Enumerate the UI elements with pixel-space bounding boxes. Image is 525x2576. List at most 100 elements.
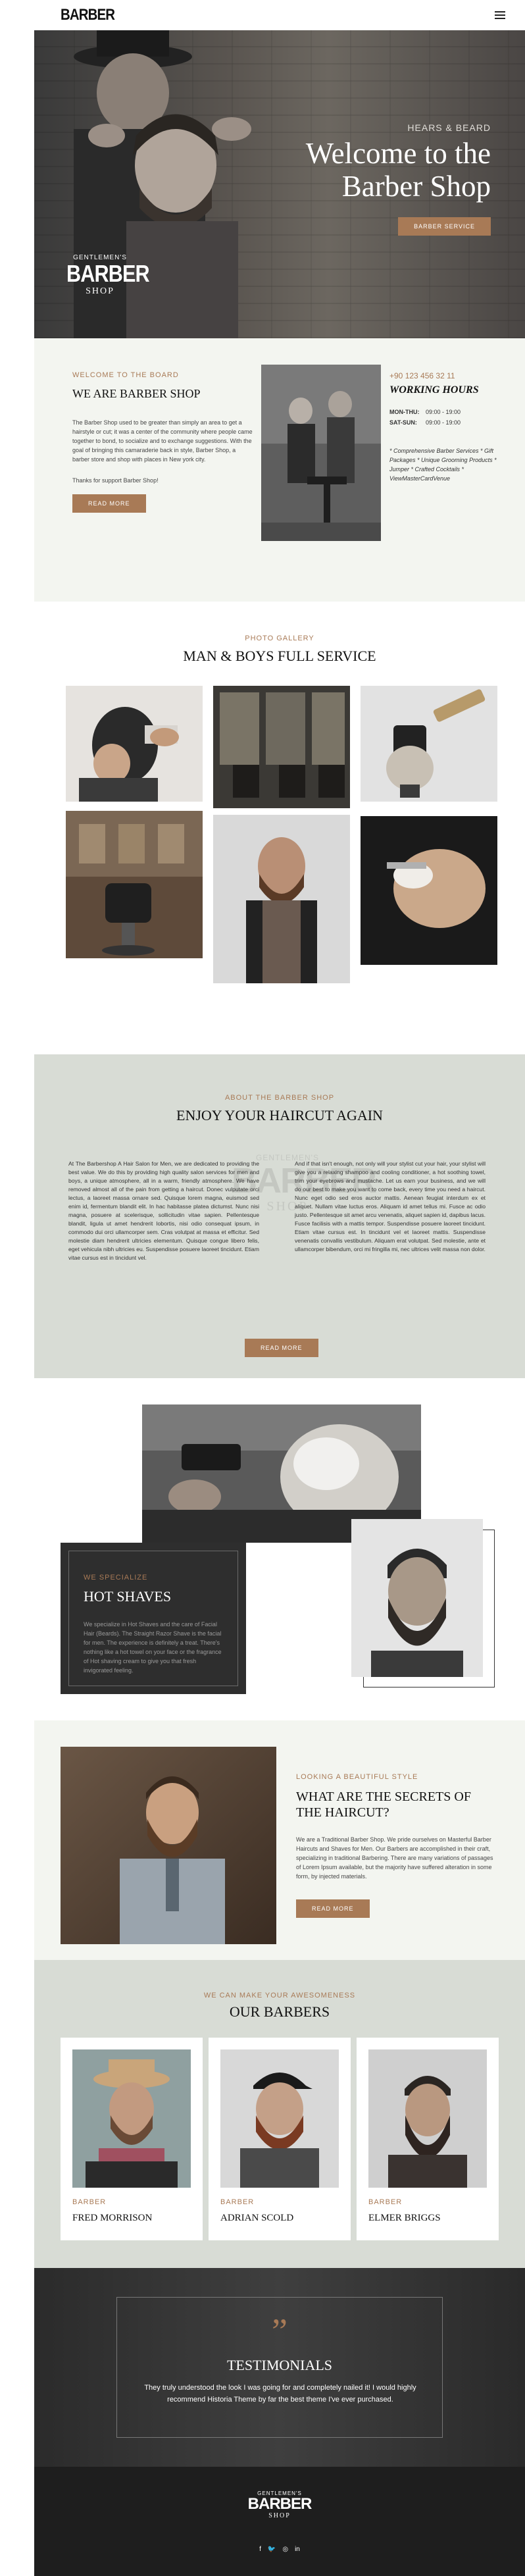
barber-role: BARBER: [72, 2198, 107, 2206]
facebook-icon[interactable]: f: [259, 2546, 261, 2553]
about-eyebrow: WELCOME TO THE BOARD: [72, 371, 179, 379]
hero-badge-logo: GENTLEMEN'S BARBER SHOP: [61, 254, 150, 297]
about-read-more-button[interactable]: READ MORE: [72, 494, 146, 513]
gallery-image-razor-shave[interactable]: [361, 816, 497, 965]
quote-icon: ”: [272, 2311, 288, 2351]
barber-photo: [72, 2049, 191, 2188]
gallery-image-bearded-barber[interactable]: [213, 815, 350, 983]
phone-number[interactable]: +90 123 456 32 11: [389, 371, 514, 380]
our-barbers-section: WE CAN MAKE YOUR AWESOMENESS OUR BARBERS…: [34, 1960, 525, 2268]
testimonials-title: TESTIMONIALS: [226, 2357, 333, 2373]
hours-time: 09:00 - 19:00: [426, 409, 461, 415]
hours-days: SAT-SUN:: [389, 419, 417, 426]
about-photo-illustration: [261, 365, 381, 541]
secrets-title: WHAT ARE THE SECRETS OF THE HAIRCUT?: [296, 1790, 471, 1820]
hours-row: SAT-SUN: 09:00 - 19:00: [389, 417, 514, 428]
barber-photo-illustration: [72, 2049, 191, 2188]
shaves-text: We specialize in Hot Shaves and the care…: [84, 1621, 222, 1674]
footer: GENTLEMEN'S BARBER SHOP f 🐦 ◎ in: [34, 2467, 525, 2576]
gallery-image-haircut[interactable]: [66, 686, 203, 802]
hero-text-block: HEARS & BEARD Welcome to the Barber Shop…: [306, 122, 491, 236]
barber-card[interactable]: BARBER ELMER BRIGGS: [357, 2038, 499, 2240]
barbers-title: OUR BARBERS: [229, 2003, 330, 2020]
gallery-image-barber-chairs[interactable]: [66, 811, 203, 958]
working-hours-block: +90 123 456 32 11 WORKING HOURS MON-THU:…: [389, 371, 514, 483]
testimonials-section: ” TESTIMONIALS They truly understood the…: [34, 2268, 525, 2467]
hot-shaves-box: WE SPECIALIZE HOT SHAVES We specialize i…: [61, 1543, 246, 1694]
gallery-barber-illustration: [213, 815, 350, 983]
hero-section: GENTLEMEN'S BARBER SHOP HEARS & BEARD We…: [34, 30, 525, 338]
secrets-eyebrow: LOOKING A BEAUTIFUL STYLE: [296, 1773, 418, 1781]
barber-role: BARBER: [220, 2198, 255, 2206]
gallery-title: MAN & BOYS FULL SERVICE: [183, 648, 376, 664]
barbers-eyebrow: WE CAN MAKE YOUR AWESOMENESS: [203, 1992, 356, 1999]
testimonial-quote: They truly understood the look I was goi…: [144, 2384, 416, 2404]
bearded-man-portrait: [351, 1519, 483, 1677]
barber-name: FRED MORRISON: [72, 2213, 153, 2223]
secrets-photo: [61, 1747, 276, 1944]
about2-eyebrow: ABOUT THE BARBER SHOP: [224, 1094, 335, 1102]
secrets-text: We are a Traditional Barber Shop. We pri…: [296, 1836, 493, 1880]
hero-title-line-1: Welcome to the: [305, 137, 491, 170]
hours-row: MON-THU: 09:00 - 19:00: [389, 407, 514, 417]
about2-read-more-button[interactable]: READ MORE: [245, 1339, 318, 1357]
hot-shaves-section: WE SPECIALIZE HOT SHAVES We specialize i…: [34, 1378, 525, 1720]
gallery-haircut-illustration: [66, 686, 203, 802]
barber-photo-illustration: [220, 2049, 339, 2188]
gallery-image-shop-interior[interactable]: [213, 686, 350, 808]
about-text: The Barber Shop used to be greater than …: [72, 419, 253, 463]
gallery-razor-illustration: [361, 816, 497, 965]
gallery-chairs-illustration: [66, 811, 203, 958]
hours-time: 09:00 - 19:00: [426, 419, 461, 426]
site-logo[interactable]: BARBER: [61, 6, 115, 24]
about-section: WELCOME TO THE BOARD WE ARE BARBER SHOP …: [34, 338, 525, 602]
footer-logo-main-text: BARBER: [247, 2495, 312, 2513]
barber-role: BARBER: [368, 2198, 403, 2206]
menu-icon[interactable]: [495, 11, 505, 19]
shaves-eyebrow: WE SPECIALIZE: [84, 1574, 148, 1582]
linkedin-icon[interactable]: in: [295, 2546, 300, 2553]
barber-photo-illustration: [368, 2049, 487, 2188]
barber-photo: [220, 2049, 339, 2188]
hero-badge-bottom-text: SHOP: [86, 286, 114, 296]
footer-logo-bottom-text: SHOP: [268, 2512, 291, 2519]
barber-card[interactable]: BARBER FRED MORRISON: [61, 2038, 203, 2240]
barber-service-button[interactable]: BARBER SERVICE: [398, 217, 491, 236]
about-title: WE ARE BARBER SHOP: [72, 387, 201, 400]
hero-title: Welcome to the Barber Shop: [306, 137, 491, 203]
page: BARBER GENTLEMEN'S BARBER SHOP HEARS & B: [0, 0, 525, 2576]
barber-name: ELMER BRIGGS: [368, 2213, 441, 2223]
hours-list: MON-THU: 09:00 - 19:00 SAT-SUN: 09:00 - …: [389, 407, 514, 428]
services-list: * Comprehensive Barber Services * Gift P…: [389, 448, 497, 482]
footer-logo[interactable]: GENTLEMEN'S BARBER SHOP: [34, 2490, 525, 2519]
twitter-icon[interactable]: 🐦: [268, 2546, 276, 2553]
barber-name: ADRIAN SCOLD: [220, 2213, 294, 2223]
secrets-read-more-button[interactable]: READ MORE: [296, 1899, 370, 1918]
hours-days: MON-THU:: [389, 409, 420, 415]
gallery-brush-illustration: [361, 686, 497, 802]
working-hours-title: WORKING HOURS: [389, 384, 479, 396]
about-barbershop-section: ABOUT THE BARBER SHOP ENJOY YOUR HAIRCUT…: [34, 1054, 525, 1378]
secrets-photo-illustration: [61, 1747, 276, 1944]
hero-title-line-2: Barber Shop: [341, 170, 491, 203]
portrait-illustration: [351, 1519, 483, 1677]
hero-subtitle: HEARS & BEARD: [407, 122, 491, 133]
about-thanks-text: Thanks for support Barber Shop!: [72, 477, 159, 484]
top-navigation-bar: BARBER: [34, 0, 525, 30]
hero-badge-main-text: BARBER: [66, 260, 150, 287]
about2-title: ENJOY YOUR HAIRCUT AGAIN: [176, 1107, 383, 1123]
secrets-text-block: LOOKING A BEAUTIFUL STYLE WHAT ARE THE S…: [296, 1773, 493, 1918]
about2-column-right: And if that isn't enough, not only will …: [295, 1160, 486, 1252]
barber-photo: [368, 2049, 487, 2188]
about-intro: WELCOME TO THE BOARD WE ARE BARBER SHOP …: [72, 371, 253, 513]
instagram-icon[interactable]: ◎: [282, 2546, 288, 2553]
haircut-secrets-section: LOOKING A BEAUTIFUL STYLE WHAT ARE THE S…: [34, 1720, 525, 1960]
social-links: f 🐦 ◎ in: [34, 2546, 525, 2553]
gallery-section: PHOTO GALLERY MAN & BOYS FULL SERVICE: [34, 602, 525, 1054]
gallery-image-shaving-brush[interactable]: [361, 686, 497, 802]
about-barber-photo: [261, 365, 381, 541]
barber-card[interactable]: BARBER ADRIAN SCOLD: [209, 2038, 351, 2240]
gallery-eyebrow: PHOTO GALLERY: [245, 634, 314, 642]
testimonial-box: ” TESTIMONIALS They truly understood the…: [116, 2297, 443, 2438]
gallery-interior-illustration: [213, 686, 350, 808]
